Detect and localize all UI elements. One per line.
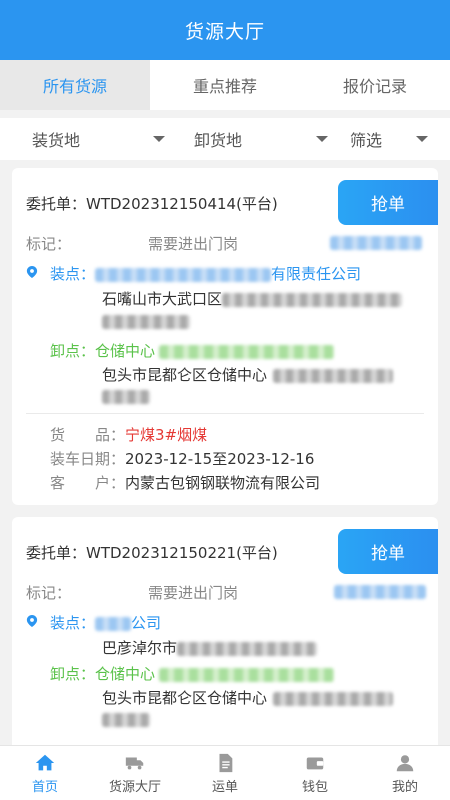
unload-address: 包头市昆都仑区仓储中心 <box>102 687 394 708</box>
unload-point-row: 卸点：仓储中心 <box>50 663 335 684</box>
tab-bar-top: 所有货源 重点推荐 报价记录 <box>0 60 450 110</box>
mark-tag-redacted <box>334 585 426 599</box>
load-date-row: 装车日期：2023-12-15至2023-12-16 <box>50 450 315 468</box>
filter-bar: 装货地 卸货地 筛选 <box>0 118 450 160</box>
load-point-row: 装点： 有限责任公司 <box>50 265 362 283</box>
load-address-redacted <box>102 315 190 329</box>
divider <box>26 413 424 414</box>
filter-unload-label: 卸货地 <box>194 131 243 150</box>
nav-waybill[interactable]: 运单 <box>180 746 270 800</box>
wallet-icon <box>306 757 324 769</box>
chevron-down-icon <box>416 136 428 142</box>
goods-row: 货 品：宁煤3#烟煤 <box>50 426 208 444</box>
user-icon <box>396 754 414 771</box>
truck-icon <box>125 757 144 769</box>
mark-row: 标记： 需要进出门岗 <box>26 235 239 253</box>
filter-load-place[interactable]: 装货地 <box>32 118 80 160</box>
chevron-down-icon <box>153 136 165 142</box>
cargo-card[interactable]: 委托单：WTD202312150221(平台) 抢单 标记： 需要进出门岗 装点… <box>12 517 438 757</box>
filter-screen[interactable]: 筛选 <box>350 118 382 160</box>
cargo-card[interactable]: 委托单：WTD202312150414(平台) 抢单 标记： 需要进出门岗 装点… <box>12 168 438 505</box>
nav-profile[interactable]: 我的 <box>360 746 450 800</box>
order-number: 委托单：WTD202312150221(平台) <box>26 544 278 562</box>
location-pin-icon <box>26 266 38 278</box>
unload-point-row: 卸点：仓储中心 <box>50 340 335 361</box>
nav-wallet[interactable]: 钱包 <box>270 746 360 800</box>
grab-order-button[interactable]: 抢单 <box>338 180 438 225</box>
app-header: 货源大厅 <box>0 0 450 60</box>
mark-tag-redacted <box>330 236 422 250</box>
unload-address-redacted <box>102 390 150 404</box>
home-icon <box>35 754 55 770</box>
customer-row: 客 户：内蒙古包钢钢联物流有限公司 <box>50 474 321 492</box>
bottom-tab-bar: 首页 货源大厅 运单 钱包 我的 <box>0 745 450 800</box>
mark-row: 标记： 需要进出门岗 <box>26 584 239 602</box>
page-title: 货源大厅 <box>184 20 265 43</box>
tab-recommended[interactable]: 重点推荐 <box>150 60 300 110</box>
nav-home[interactable]: 首页 <box>0 746 90 800</box>
load-address: 石嘴山市大武口区 <box>102 288 403 309</box>
unload-address: 包头市昆都仑区仓储中心 <box>102 364 394 385</box>
unload-address-redacted <box>102 713 150 727</box>
grab-order-button[interactable]: 抢单 <box>338 529 438 574</box>
nav-cargo-hall[interactable]: 货源大厅 <box>90 746 180 800</box>
load-address: 巴彦淖尔市 <box>102 637 318 658</box>
filter-unload-place[interactable]: 卸货地 <box>194 118 242 160</box>
chevron-down-icon <box>316 136 328 142</box>
load-point-row: 装点： 公司 <box>50 614 162 632</box>
order-number: 委托单：WTD202312150414(平台) <box>26 195 278 213</box>
tab-quote-records[interactable]: 报价记录 <box>300 60 450 110</box>
location-pin-icon <box>26 615 38 627</box>
filter-load-label: 装货地 <box>32 131 81 150</box>
filter-screen-label: 筛选 <box>350 131 383 150</box>
tab-all-sources[interactable]: 所有货源 <box>0 60 150 110</box>
document-icon <box>219 753 233 772</box>
